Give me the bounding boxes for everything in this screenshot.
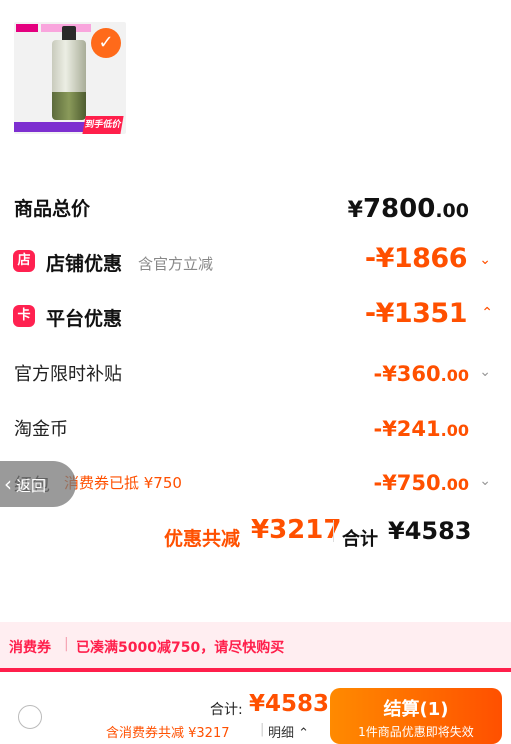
checkout-button[interactable]: 结算(1) 1件商品优惠即将失效 bbox=[330, 688, 502, 744]
redpacket-note: 消费券已抵 ¥750 bbox=[64, 474, 182, 492]
coin-label: 淘金币 bbox=[14, 419, 68, 440]
chevron-down-icon[interactable]: ⌄ bbox=[479, 364, 491, 380]
footer-divider: | bbox=[260, 722, 265, 737]
footer-discount-text: 含消费券共减 ¥3217 bbox=[106, 726, 230, 741]
store-discount-note: 含官方立减 bbox=[138, 255, 214, 273]
subsidy-label: 官方限时补贴 bbox=[14, 364, 122, 385]
redpacket-value: -¥750.00 bbox=[373, 471, 469, 495]
platform-icon: 卡 bbox=[13, 305, 35, 327]
subsidy-value: -¥360.00 bbox=[373, 362, 469, 386]
coupon-banner[interactable]: 消费券 | 已凑满5000减750，请尽快购买 bbox=[0, 622, 511, 668]
chevron-left-icon: ‹ bbox=[4, 472, 12, 496]
sum-label: 合计 bbox=[342, 529, 378, 550]
back-label: 返回 bbox=[16, 477, 47, 495]
footer-total-label: 合计: bbox=[210, 702, 243, 718]
detail-link[interactable]: 明细 ⌃ bbox=[268, 722, 309, 741]
thumb-bottom-strip bbox=[14, 122, 90, 132]
discount-total-label: 优惠共减 bbox=[164, 528, 241, 550]
chevron-up-icon: ⌃ bbox=[298, 726, 310, 741]
store-discount-value: -¥1866 bbox=[364, 243, 468, 274]
discount-total-value: ¥3217 bbox=[251, 515, 342, 545]
coin-value: -¥241.00 bbox=[373, 417, 469, 441]
platform-discount-label: 平台优惠 bbox=[46, 308, 123, 330]
select-all-radio[interactable] bbox=[18, 705, 42, 729]
thumb-badge bbox=[16, 24, 38, 32]
chevron-down-icon[interactable]: ⌄ bbox=[479, 473, 491, 489]
footer-total-value: ¥4583 bbox=[249, 691, 330, 717]
chevron-up-icon[interactable]: ⌃ bbox=[481, 305, 493, 321]
back-button[interactable]: ‹ 返回 bbox=[0, 461, 76, 507]
total-value: ¥7800.00 bbox=[347, 194, 469, 224]
total-label: 商品总价 bbox=[14, 198, 91, 220]
bottle-base bbox=[52, 92, 86, 120]
store-discount-label: 店铺优惠 bbox=[46, 253, 123, 275]
chevron-down-icon[interactable]: ⌄ bbox=[479, 252, 491, 268]
checkout-label: 结算(1) bbox=[383, 699, 449, 720]
coupon-tag: 消费券 bbox=[9, 640, 51, 656]
sum-value: ¥4583 bbox=[388, 517, 472, 545]
product-select-check-icon[interactable]: ✓ bbox=[91, 28, 121, 58]
coupon-divider: | bbox=[64, 636, 69, 652]
thumb-price-tag: 到手低价 bbox=[82, 116, 124, 134]
platform-discount-value: -¥1351 bbox=[364, 298, 468, 329]
checkout-note: 1件商品优惠即将失效 bbox=[358, 725, 474, 739]
store-icon: 店 bbox=[13, 250, 35, 272]
coupon-text: 已凑满5000减750，请尽快购买 bbox=[76, 640, 285, 656]
divider bbox=[333, 520, 334, 542]
